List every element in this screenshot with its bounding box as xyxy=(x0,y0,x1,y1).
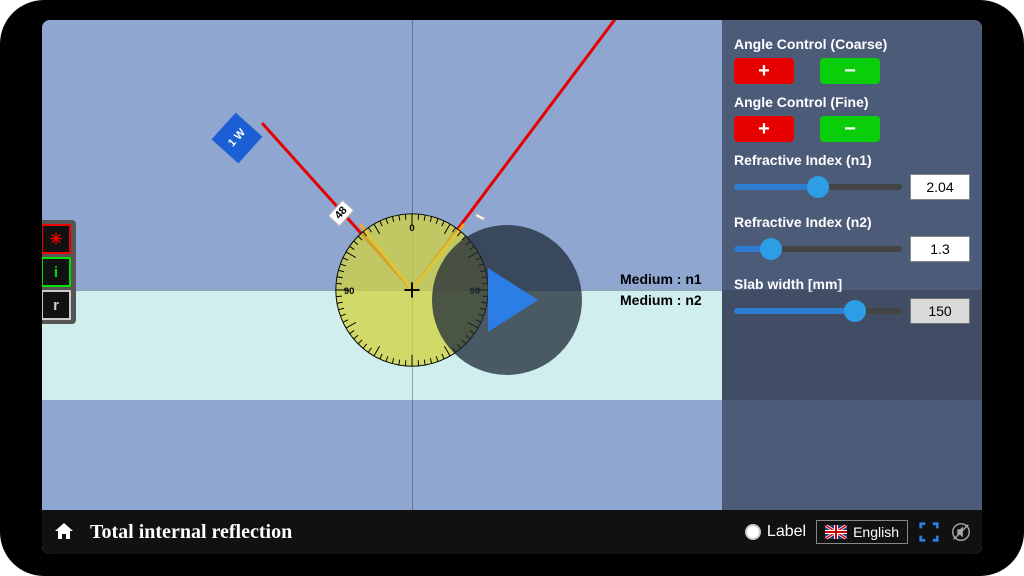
label-radio-icon xyxy=(745,524,761,540)
simulation-area: 0 90 90 1 W 48 Medium : n1 Medium : n2 ✳… xyxy=(42,20,722,510)
app-screen: 0 90 90 1 W 48 Medium : n1 Medium : n2 ✳… xyxy=(42,20,982,554)
n1-value[interactable]: 2.04 xyxy=(910,174,970,200)
coarse-plus-button[interactable]: + xyxy=(734,58,794,84)
n2-value[interactable]: 1.3 xyxy=(910,236,970,262)
tool-column: ✳ i r xyxy=(42,220,76,324)
play-icon xyxy=(488,268,538,332)
svg-text:90: 90 xyxy=(344,286,355,297)
page-title: Total internal reflection xyxy=(90,521,292,544)
mute-icon[interactable] xyxy=(950,521,972,543)
n1-label: Refractive Index (n1) xyxy=(734,152,970,168)
control-panel: Angle Control (Coarse) + − Angle Control… xyxy=(722,20,982,510)
bottom-bar: Total internal reflection Label English xyxy=(42,510,982,554)
medium-n2-label: Medium : n2 xyxy=(620,292,702,308)
tool-laser-button[interactable]: ✳ xyxy=(42,224,71,254)
fullscreen-icon[interactable] xyxy=(918,521,940,543)
language-text: English xyxy=(853,524,899,540)
language-selector[interactable]: English xyxy=(816,520,908,544)
slab-value[interactable]: 150 xyxy=(910,298,970,324)
svg-text:0: 0 xyxy=(409,223,414,234)
label-toggle[interactable]: Label xyxy=(745,523,806,541)
coarse-minus-button[interactable]: − xyxy=(820,58,880,84)
fine-minus-button[interactable]: − xyxy=(820,116,880,142)
n2-label: Refractive Index (n2) xyxy=(734,214,970,230)
fine-plus-button[interactable]: + xyxy=(734,116,794,142)
label-toggle-text: Label xyxy=(767,523,806,541)
fine-label: Angle Control (Fine) xyxy=(734,94,970,110)
uk-flag-icon xyxy=(825,525,847,539)
medium-n1-label: Medium : n1 xyxy=(620,271,702,287)
tool-refract-button[interactable]: r xyxy=(42,290,71,320)
n2-slider[interactable] xyxy=(734,246,902,252)
tablet-frame: 0 90 90 1 W 48 Medium : n1 Medium : n2 ✳… xyxy=(0,0,1024,576)
n1-slider[interactable] xyxy=(734,184,902,190)
play-button[interactable] xyxy=(432,225,582,375)
tool-incident-button[interactable]: i xyxy=(42,257,71,287)
coarse-label: Angle Control (Coarse) xyxy=(734,36,970,52)
home-icon[interactable] xyxy=(52,520,76,544)
slab-label: Slab width [mm] xyxy=(734,276,970,292)
slab-slider[interactable] xyxy=(734,308,902,314)
